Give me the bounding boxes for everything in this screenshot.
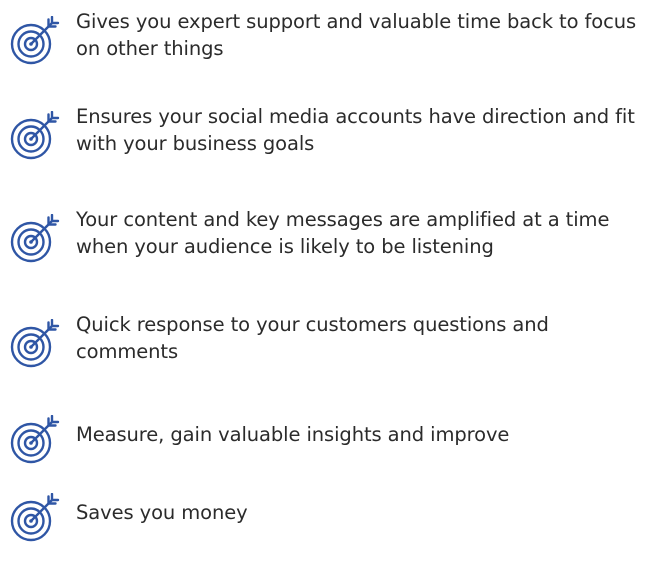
target-arrow-icon xyxy=(8,214,64,264)
benefit-text: Gives you expert support and valuable ti… xyxy=(76,10,637,60)
benefit-item: Measure, gain valuable insights and impr… xyxy=(0,407,646,487)
benefit-item: Gives you expert support and valuable ti… xyxy=(0,8,646,88)
benefit-item: Quick response to your customers questio… xyxy=(0,311,646,391)
benefit-item: Ensures your social media accounts have … xyxy=(0,103,646,183)
benefit-text: Your content and key messages are amplif… xyxy=(76,208,610,258)
target-arrow-icon xyxy=(8,319,64,369)
target-arrow-icon xyxy=(8,16,64,66)
target-arrow-icon xyxy=(8,111,64,161)
target-arrow-icon xyxy=(8,493,64,543)
benefit-text: Quick response to your customers questio… xyxy=(76,313,549,363)
benefit-text: Ensures your social media accounts have … xyxy=(76,105,635,155)
benefit-item: Saves you money xyxy=(0,485,646,565)
benefit-item: Your content and key messages are amplif… xyxy=(0,206,646,286)
benefit-text: Saves you money xyxy=(76,501,248,524)
benefit-text: Measure, gain valuable insights and impr… xyxy=(76,423,510,446)
benefits-list: Gives you expert support and valuable ti… xyxy=(0,0,646,542)
target-arrow-icon xyxy=(8,415,64,465)
